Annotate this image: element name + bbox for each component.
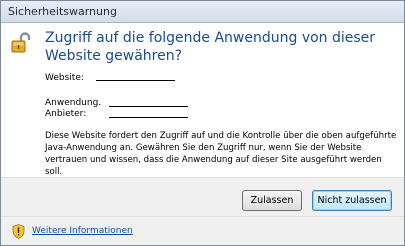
deny-button[interactable]: Nicht zulassen [312, 190, 392, 211]
unlocked-padlock-icon [11, 32, 31, 53]
allow-button[interactable]: Zulassen [242, 190, 302, 211]
security-warning-dialog: Sicherheitswarnung Zugriff auf die folge… [0, 0, 405, 246]
provider-label: Anbieter: [45, 109, 87, 119]
website-label: Website: [45, 73, 84, 83]
website-value [96, 80, 175, 81]
provider-value [109, 117, 188, 118]
description-text: Diese Website fordert den Zugriff auf un… [45, 131, 397, 177]
shield-warning-icon [12, 224, 25, 239]
button-bar: Zulassen Nicht zulassen [1, 177, 404, 216]
dialog-content: Zugriff auf die folgende Anwendung von d… [1, 23, 404, 177]
window-title: Sicherheitswarnung [8, 5, 117, 18]
dialog-footer: Weitere Informationen [1, 216, 404, 245]
dialog-heading: Zugriff auf die folgende Anwendung von d… [45, 30, 376, 64]
application-value [109, 106, 188, 107]
more-information-link[interactable]: Weitere Informationen [32, 226, 133, 236]
application-label: Anwendung. [45, 98, 102, 108]
title-bar[interactable]: Sicherheitswarnung [1, 1, 404, 23]
